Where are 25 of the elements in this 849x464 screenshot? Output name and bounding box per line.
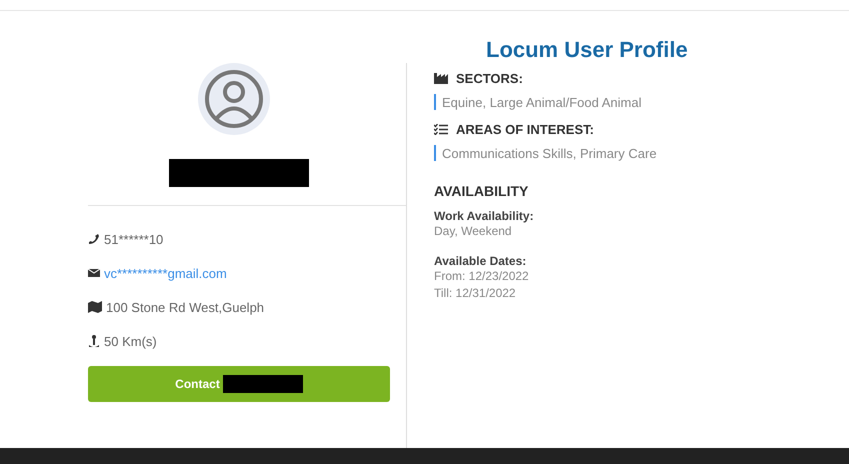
availability-label: Work Availability: xyxy=(434,209,535,223)
section-heading: AREAS OF INTEREST: xyxy=(456,122,594,137)
availability-value: From: 12/23/2022 xyxy=(434,268,530,285)
section-heading: SECTORS: xyxy=(456,71,523,86)
availability-heading: AVAILABILITY xyxy=(434,183,530,199)
envelope-icon xyxy=(88,268,100,278)
contact-text: 100 Stone Rd West,Guelph xyxy=(106,300,264,314)
section-value: Communications Skills, Primary Care xyxy=(442,146,657,160)
factory-icon xyxy=(434,73,448,84)
accent-bar xyxy=(434,145,436,161)
location-icon xyxy=(88,334,100,348)
availability-value: Day, Weekend xyxy=(434,223,513,240)
contact-text: 51******10 xyxy=(104,232,164,246)
phone-icon xyxy=(88,233,100,245)
availability-value: Till: 12/31/2022 xyxy=(434,285,517,302)
availability-label: Available Dates: xyxy=(434,254,528,268)
contact-button[interactable]: Contact xyxy=(88,366,390,402)
email-link[interactable]: vc**********gmail.com xyxy=(104,266,227,280)
section-value: Equine, Large Animal/Food Animal xyxy=(442,94,642,110)
page-title: Locum User Profile xyxy=(486,37,688,63)
map-icon xyxy=(88,301,102,313)
checklist-icon xyxy=(434,124,448,135)
accent-bar xyxy=(434,94,436,110)
avatar-icon xyxy=(198,63,270,135)
contact-text: 50 Km(s) xyxy=(104,334,157,348)
